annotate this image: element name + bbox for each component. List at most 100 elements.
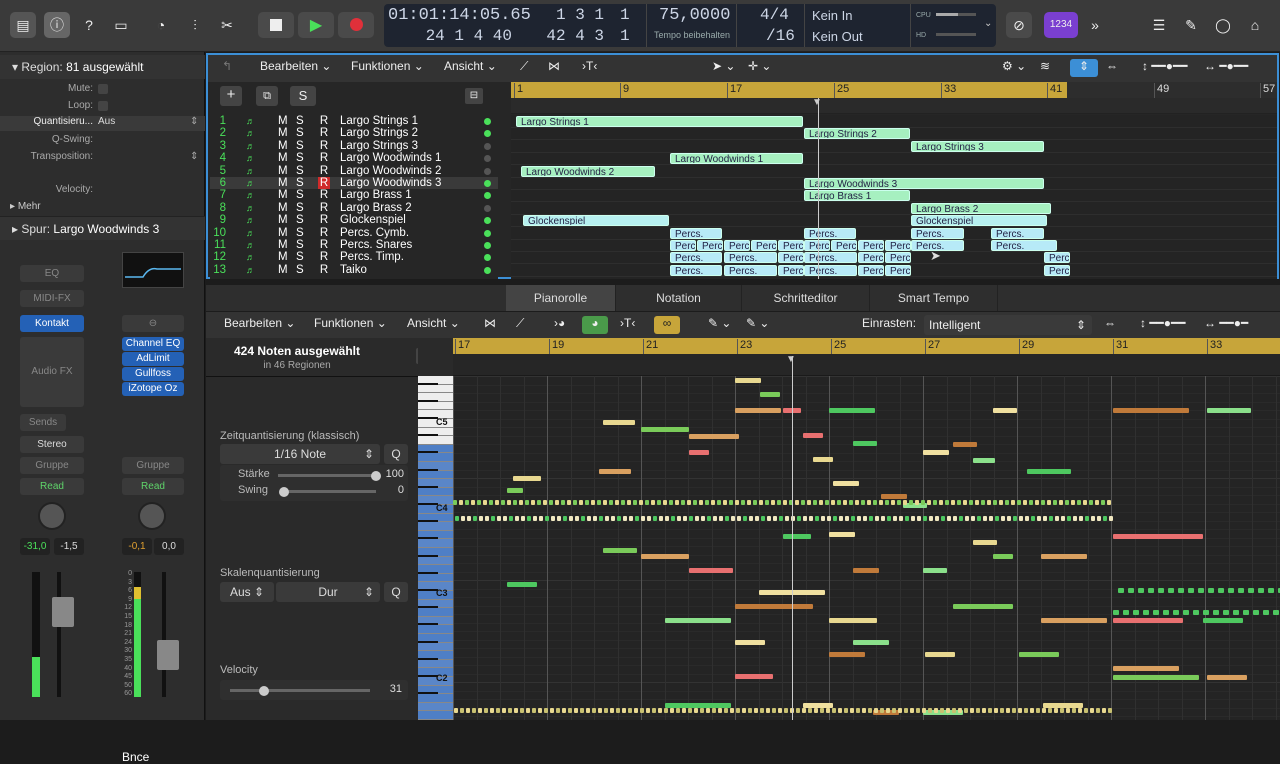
region[interactable]: Percs. [751, 240, 777, 251]
lcd-display[interactable]: 01:01:14:05.65 24 1 4 40 1 3 1 42 4 3 1 … [384, 4, 996, 47]
more-chevron-icon[interactable]: » [1082, 12, 1108, 38]
skala-type-select[interactable]: Dur ⇕ [276, 582, 380, 602]
plugin-slot[interactable]: Gullfoss [122, 367, 184, 381]
skala-apply-button[interactable]: Q [384, 582, 408, 602]
track-name[interactable]: Taiko [340, 264, 367, 276]
inspector-icon[interactable]: ⓘ [44, 12, 70, 38]
scissors-icon[interactable]: ✂ [214, 12, 240, 38]
solo-button[interactable]: S [296, 115, 304, 127]
record-enable-button[interactable]: R [318, 264, 330, 276]
out-label[interactable]: Kein Out [812, 29, 863, 44]
tempo-value[interactable]: 75,0000 [659, 6, 730, 25]
region[interactable]: Percs. [885, 240, 911, 251]
region[interactable]: Percs. [804, 227, 856, 239]
record-enable-button[interactable]: R [318, 189, 330, 201]
record-enable-button[interactable]: R [318, 251, 330, 263]
solo-button[interactable]: S [296, 202, 304, 214]
eq-slot[interactable]: EQ [20, 265, 84, 282]
region[interactable]: Percs. [724, 240, 750, 251]
track-name[interactable]: Glockenspiel [340, 214, 406, 226]
pencil-tool-icon[interactable]: ✛ ⌄ [748, 59, 771, 77]
track-header-row[interactable]: 7 ♬ M S R Largo Brass 1 [210, 189, 498, 201]
mute-button[interactable]: M [278, 239, 288, 251]
zeitq-apply-button[interactable]: Q [384, 444, 408, 464]
region[interactable]: Largo Brass 2 [911, 202, 1051, 214]
instrument-slot[interactable]: Kontakt [20, 315, 84, 332]
midi-out-icon[interactable]: ◕ [582, 316, 608, 334]
plugin-slot[interactable]: Channel EQ [122, 337, 184, 351]
velocity-value[interactable]: 31 [378, 683, 402, 695]
track-name[interactable]: Largo Strings 1 [340, 115, 418, 127]
track-name[interactable]: Largo Woodwinds 3 [340, 177, 441, 189]
tab-smart-tempo[interactable]: Smart Tempo [870, 285, 998, 311]
midi-in-icon[interactable]: ›◕ [554, 316, 565, 334]
zeitq-select[interactable]: 1/16 Note ⇕ [220, 444, 380, 464]
region[interactable]: Percs. [831, 240, 857, 251]
region[interactable]: Percs. [991, 227, 1044, 239]
plugin-slot[interactable]: AdLimit [122, 352, 184, 366]
playhead[interactable] [818, 98, 819, 279]
pointer-tool-icon[interactable]: ➤ ⌄ [712, 59, 735, 77]
in-label[interactable]: Kein In [812, 8, 852, 23]
editor-ruler[interactable]: 17 19 21 23 25 27 29 31 33 [453, 338, 1280, 354]
mehr-disclosure[interactable]: ▸ Mehr [10, 201, 41, 212]
swing-value[interactable]: 0 [378, 484, 404, 496]
stop-button[interactable] [258, 12, 294, 38]
region[interactable]: Percs. [885, 252, 911, 264]
pan-knob[interactable] [38, 502, 66, 530]
division[interactable]: /16 [766, 27, 795, 45]
track-name[interactable]: Largo Brass 2 [340, 202, 412, 214]
record-enable-button[interactable]: R [318, 165, 330, 177]
audio-fx-slot[interactable]: Audio FX [20, 337, 84, 407]
add-track-button[interactable]: + [220, 86, 242, 106]
region[interactable]: Largo Strings 3 [911, 140, 1044, 152]
region[interactable]: Percs. [697, 240, 723, 251]
solo-button[interactable]: S [296, 251, 304, 263]
midi-fx-slot[interactable]: MIDI-FX [20, 290, 84, 307]
velocity-slider[interactable] [230, 686, 370, 696]
catch-icon-2[interactable]: ›T‹ [620, 316, 635, 334]
piano-keyboard[interactable]: C5 C4 C3 C2 [418, 338, 453, 720]
track-header[interactable]: ▸ Spur: Largo Woodwinds 3 [0, 216, 205, 240]
region[interactable]: Glockenspiel [911, 215, 1047, 227]
count-in-badge[interactable]: 1234 [1044, 12, 1078, 38]
volume-value-2[interactable]: -0,1 [122, 538, 152, 555]
record-enable-button[interactable]: R [318, 177, 330, 190]
region[interactable]: Percs. [670, 264, 722, 276]
editor-funktionen-menu[interactable]: Funktionen ⌄ [314, 316, 387, 334]
record-enable-button[interactable]: R [318, 239, 330, 251]
group-slot-2[interactable]: Gruppe [122, 457, 184, 474]
library-icon[interactable]: ▤ [10, 12, 36, 38]
tab-pianorolle[interactable]: Pianorolle [506, 285, 616, 311]
track-header-row[interactable]: 6 ♬ M S R Largo Woodwinds 3 [210, 177, 498, 190]
playhead-handle-icon[interactable]: ▼ [812, 97, 822, 108]
collapse-icon[interactable]: ⊟ [465, 88, 483, 104]
mute-button[interactable]: M [278, 214, 288, 226]
record-enable-button[interactable]: R [318, 227, 330, 239]
region[interactable]: Percs. [991, 240, 1057, 251]
main-ruler[interactable]: 1 9 17 25 33 41 49 57 [511, 82, 1277, 98]
back-arrow-icon[interactable]: ↰ [222, 59, 232, 77]
volume-fader-2[interactable] [157, 640, 179, 670]
staerke-slider[interactable] [278, 471, 381, 481]
region[interactable]: Largo Brass 1 [804, 190, 910, 202]
region[interactable]: Largo Woodwinds 3 [804, 178, 1044, 189]
region[interactable]: Percs. [670, 252, 722, 264]
region[interactable]: Percs. [858, 264, 884, 276]
bearbeiten-menu[interactable]: Bearbeiten ⌄ [260, 59, 331, 77]
region[interactable]: Largo Woodwinds 1 [670, 153, 803, 165]
automation-slot[interactable]: Read [20, 478, 84, 495]
horizontal-fit-icon-2[interactable]: ⇔ [1104, 316, 1116, 334]
mute-button[interactable]: M [278, 152, 288, 164]
mute-button[interactable]: M [278, 165, 288, 177]
region[interactable]: Percs. [1044, 252, 1070, 264]
region[interactable]: Percs. [724, 264, 777, 276]
track-name[interactable]: Largo Brass 1 [340, 189, 412, 201]
track-header-row[interactable]: 4 ♬ M S R Largo Woodwinds 1 [210, 152, 498, 164]
shield-icon[interactable]: ⊘ [1006, 12, 1032, 38]
mute-button[interactable]: M [278, 140, 288, 152]
track-name[interactable]: Percs. Cymb. [340, 227, 409, 239]
mute-checkbox[interactable] [98, 84, 108, 94]
tab-schritteditor[interactable]: Schritteditor [742, 285, 870, 311]
region[interactable]: Percs. [858, 240, 884, 251]
